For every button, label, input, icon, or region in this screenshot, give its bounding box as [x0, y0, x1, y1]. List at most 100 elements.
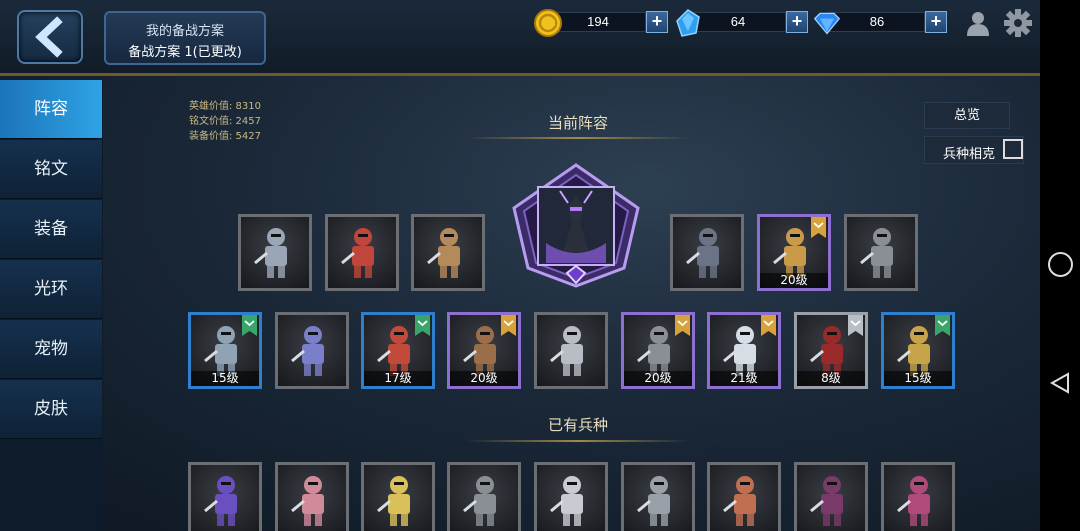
inscription-value: 铭文价值: 2457: [189, 116, 261, 127]
unit-sprite-icon: [860, 228, 893, 278]
gold-count: 194: [587, 14, 609, 29]
unit-level: 15级: [191, 371, 259, 386]
owned-unit-slot[interactable]: [188, 462, 262, 531]
add-diamond-button[interactable]: +: [925, 11, 947, 33]
category-sidebar: 阵容 铭文 装备 光环 宠物 皮肤: [0, 80, 103, 531]
plan-selector-button[interactable]: 我的备战方案 备战方案 1(已更改): [104, 11, 266, 65]
add-gold-button[interactable]: +: [646, 11, 668, 33]
crystal-icon: [676, 9, 700, 37]
game-screen: 我的备战方案 备战方案 1(已更改) 194 + 64 + 86 + 阵容 铭文…: [0, 0, 1080, 531]
unit-level: 20级: [624, 371, 692, 386]
title-divider: [466, 440, 690, 442]
crystal-count: 64: [730, 14, 746, 29]
unit-sprite-icon: [550, 326, 583, 376]
lineup-unit-slot[interactable]: 15级: [881, 312, 955, 389]
chevron-left-icon: [35, 16, 63, 58]
profile-icon[interactable]: [966, 10, 990, 36]
unit-level: 15级: [884, 371, 952, 386]
diamond-icon: [813, 12, 841, 35]
lineup-unit-slot[interactable]: 20级: [757, 214, 831, 291]
rank-badge-icon: [501, 315, 516, 336]
owned-unit-slot[interactable]: [794, 462, 868, 531]
owned-unit-slot[interactable]: [447, 462, 521, 531]
restraint-checkbox[interactable]: [1003, 139, 1023, 159]
overview-button[interactable]: 总览: [924, 102, 1010, 129]
home-nav-icon[interactable]: [1048, 252, 1073, 277]
unit-sprite-icon: [897, 476, 930, 526]
rank-badge-icon: [761, 315, 776, 336]
owned-unit-slot[interactable]: [881, 462, 955, 531]
lineup-unit-slot[interactable]: [844, 214, 918, 291]
top-bar: 我的备战方案 备战方案 1(已更改) 194 + 64 + 86 +: [0, 0, 1040, 76]
current-lineup-title: 当前阵容: [547, 114, 608, 132]
plan-name: 备战方案 1(已更改): [128, 45, 242, 60]
owned-unit-slot[interactable]: [621, 462, 695, 531]
owned-unit-slot[interactable]: [534, 462, 608, 531]
unit-sprite-icon: [686, 228, 719, 278]
unit-level: 8级: [797, 371, 865, 386]
lineup-unit-slot[interactable]: [411, 214, 485, 291]
unit-sprite-icon: [291, 476, 324, 526]
lineup-unit-slot[interactable]: 20级: [621, 312, 695, 389]
system-nav-bar: [1040, 0, 1080, 531]
add-crystal-button[interactable]: +: [786, 11, 808, 33]
unit-sprite-icon: [550, 476, 583, 526]
owned-units-title: 已有兵种: [547, 416, 608, 434]
unit-level: 20级: [450, 371, 518, 386]
tab-equipment[interactable]: 装备: [0, 200, 102, 259]
lineup-unit-slot[interactable]: 17级: [361, 312, 435, 389]
equipment-value: 装备价值: 5427: [189, 131, 261, 142]
lineup-unit-slot[interactable]: [534, 312, 608, 389]
back-nav-icon[interactable]: [1050, 372, 1070, 394]
rank-badge-icon: [935, 315, 950, 336]
unit-sprite-icon: [254, 228, 287, 278]
unit-sprite-icon: [377, 476, 410, 526]
unit-sprite-icon: [291, 326, 324, 376]
lineup-unit-slot[interactable]: [238, 214, 312, 291]
back-button[interactable]: [17, 10, 83, 64]
restraint-label: 兵种相克: [943, 147, 996, 162]
hero-value: 英雄价值: 8310: [189, 101, 261, 112]
gear-icon[interactable]: [1004, 9, 1032, 37]
owned-unit-slot[interactable]: [361, 462, 435, 531]
lineup-unit-slot[interactable]: 15级: [188, 312, 262, 389]
tab-lineup[interactable]: 阵容: [0, 80, 102, 139]
unit-restraint-toggle[interactable]: 兵种相克: [924, 136, 1024, 164]
lineup-unit-slot[interactable]: 8级: [794, 312, 868, 389]
crystal-resource: 64 +: [674, 9, 809, 37]
unit-sprite-icon: [723, 476, 756, 526]
owned-unit-slot[interactable]: [275, 462, 349, 531]
gold-resource: 194 +: [534, 9, 669, 37]
tab-inscription[interactable]: 铭文: [0, 140, 102, 199]
lineup-unit-slot[interactable]: 20级: [447, 312, 521, 389]
diamond-count: 86: [869, 14, 885, 29]
value-stats: 英雄价值: 8310 铭文价值: 2457 装备价值: 5427: [189, 99, 261, 144]
unit-level: 21级: [710, 371, 778, 386]
gold-coin-icon: [534, 9, 562, 37]
rank-badge-icon: [415, 315, 430, 336]
unit-sprite-icon: [427, 228, 460, 278]
rank-badge-icon: [848, 315, 863, 336]
tab-pet[interactable]: 宠物: [0, 320, 102, 379]
diamond-resource: 86 +: [813, 9, 948, 35]
unit-level: 17级: [364, 371, 432, 386]
hero-portrait[interactable]: [506, 163, 646, 288]
unit-sprite-icon: [204, 476, 237, 526]
lineup-unit-slot[interactable]: [275, 312, 349, 389]
tab-skin[interactable]: 皮肤: [0, 380, 102, 439]
unit-sprite-icon: [637, 476, 670, 526]
unit-sprite-icon: [810, 476, 843, 526]
unit-level: 20级: [760, 273, 828, 288]
lineup-unit-slot[interactable]: [325, 214, 399, 291]
lineup-unit-slot[interactable]: 21级: [707, 312, 781, 389]
rank-badge-icon: [811, 217, 826, 238]
rank-badge-icon: [675, 315, 690, 336]
owned-unit-slot[interactable]: [707, 462, 781, 531]
lineup-unit-slot[interactable]: [670, 214, 744, 291]
tab-aura[interactable]: 光环: [0, 260, 102, 319]
title-divider: [466, 137, 690, 139]
rank-badge-icon: [242, 315, 257, 336]
unit-sprite-icon: [463, 476, 496, 526]
plan-title: 我的备战方案: [145, 24, 224, 39]
unit-sprite-icon: [341, 228, 374, 278]
